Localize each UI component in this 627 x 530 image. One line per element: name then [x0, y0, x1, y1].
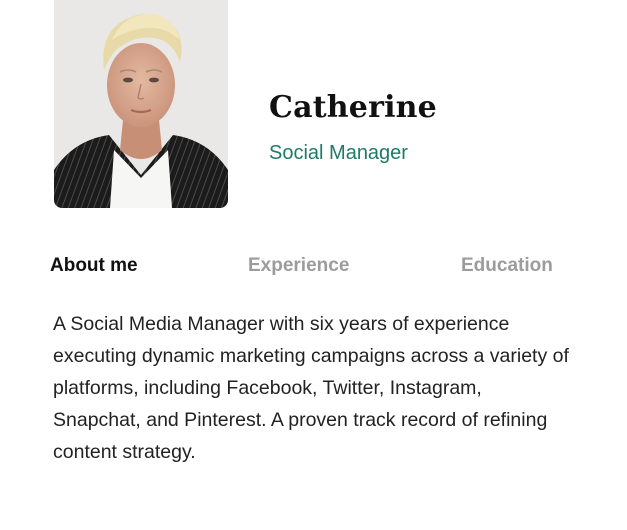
tab-education[interactable]: Education	[461, 255, 553, 277]
profile-role: Social Manager	[269, 142, 408, 164]
portrait-image	[54, 0, 228, 208]
profile-photo	[54, 0, 228, 208]
about-description: A Social Media Manager with six years of…	[53, 313, 569, 463]
tab-about-me[interactable]: About me	[50, 255, 138, 277]
profile-tabs: About me Experience Education	[50, 255, 570, 281]
profile-name: Catherine	[269, 90, 437, 125]
tab-experience[interactable]: Experience	[248, 255, 349, 277]
